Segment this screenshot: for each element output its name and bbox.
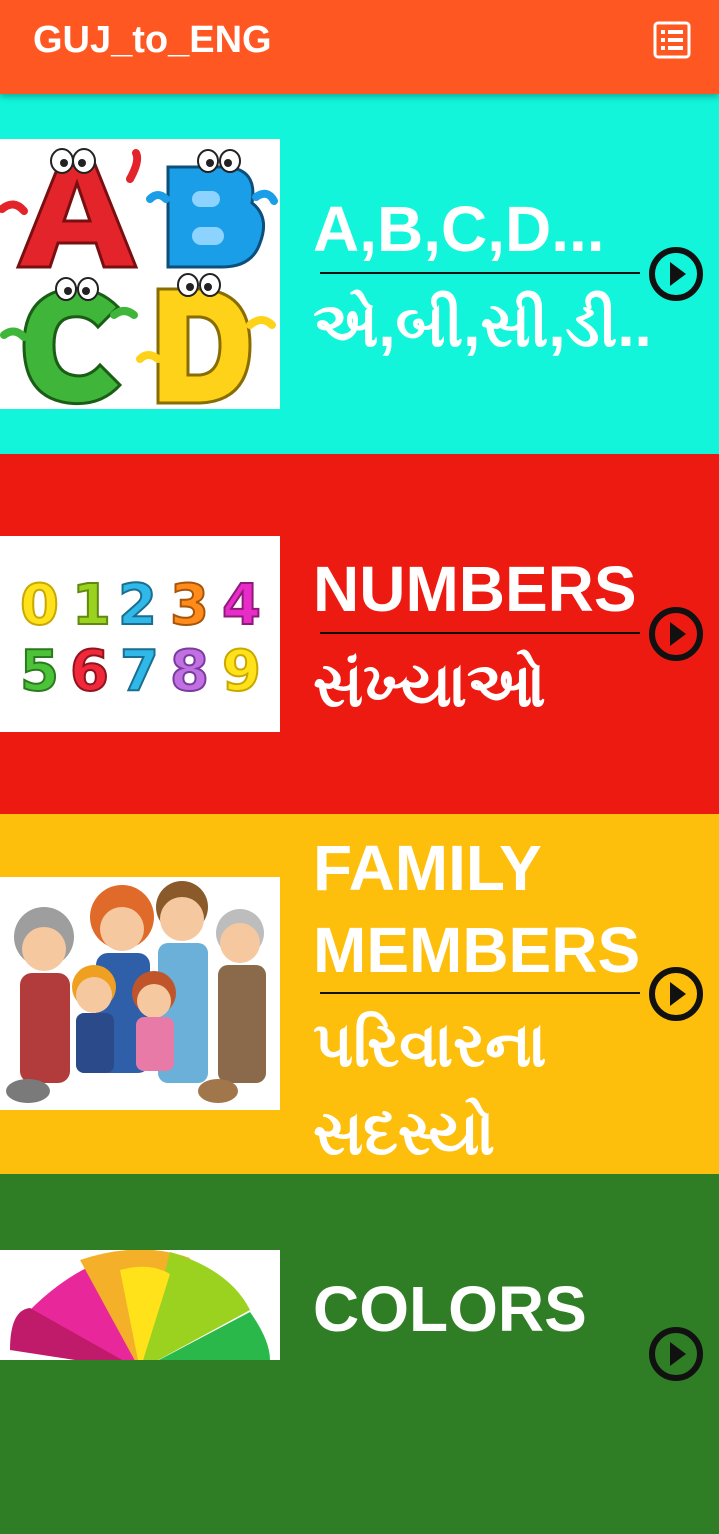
card-english-title-line2: MEMBERS [313, 914, 641, 986]
card-gujarati-title-line1: પરિવારના [313, 1011, 547, 1080]
card-english-title: NUMBERS [313, 553, 637, 625]
alphabet-image [0, 139, 280, 409]
card-alphabet[interactable]: A,B,C,D... એ,બી,સી,ડી.. [0, 94, 719, 454]
svg-text:1: 1 [72, 573, 111, 638]
numbers-image: 0 1 2 3 4 5 6 7 8 9 [0, 536, 280, 732]
list-icon [653, 21, 691, 59]
svg-text:3: 3 [170, 573, 209, 638]
divider [320, 992, 640, 994]
card-colors[interactable]: COLORS [0, 1174, 719, 1534]
divider [320, 272, 640, 274]
menu-button[interactable] [648, 16, 696, 64]
card-numbers[interactable]: 0 1 2 3 4 5 6 7 8 9 NUMBERS સંખ્યાઓ [0, 454, 719, 814]
play-circle-icon[interactable] [646, 244, 706, 304]
colors-image [0, 1250, 280, 1360]
card-gujarati-title: સંખ્યાઓ [313, 651, 546, 720]
app-bar: GUJ_to_ENG [0, 0, 719, 94]
card-english-title-line1: FAMILY [313, 832, 542, 904]
family-image [0, 877, 280, 1110]
svg-text:7: 7 [120, 639, 159, 704]
app-title: GUJ_to_ENG [33, 19, 272, 61]
card-english-title: A,B,C,D... [313, 193, 605, 265]
card-gujarati-title-line2: સદસ્યો [313, 1099, 495, 1168]
svg-text:9: 9 [222, 639, 261, 704]
divider [320, 632, 640, 634]
card-gujarati-title: એ,બી,સી,ડી.. [313, 291, 652, 360]
svg-text:8: 8 [170, 639, 209, 704]
play-circle-icon[interactable] [646, 964, 706, 1024]
svg-text:5: 5 [20, 639, 59, 704]
svg-text:4: 4 [222, 573, 261, 638]
svg-text:6: 6 [70, 639, 109, 704]
play-circle-icon[interactable] [646, 604, 706, 664]
svg-text:2: 2 [118, 573, 157, 638]
card-family[interactable]: FAMILY MEMBERS પરિવારના સદસ્યો [0, 814, 719, 1174]
svg-text:0: 0 [20, 573, 59, 638]
card-english-title: COLORS [313, 1273, 587, 1345]
play-circle-icon[interactable] [646, 1324, 706, 1384]
